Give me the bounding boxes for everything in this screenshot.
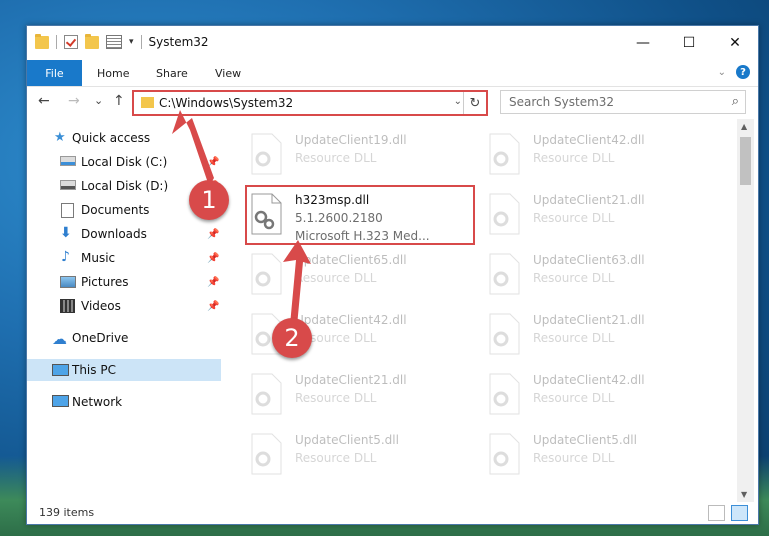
step-2-badge: 2: [272, 318, 312, 358]
step-1-badge: 1: [189, 180, 229, 220]
arrow-1-icon: [172, 110, 214, 186]
annotation-arrows: [172, 110, 311, 326]
arrow-2-icon: [283, 240, 311, 326]
